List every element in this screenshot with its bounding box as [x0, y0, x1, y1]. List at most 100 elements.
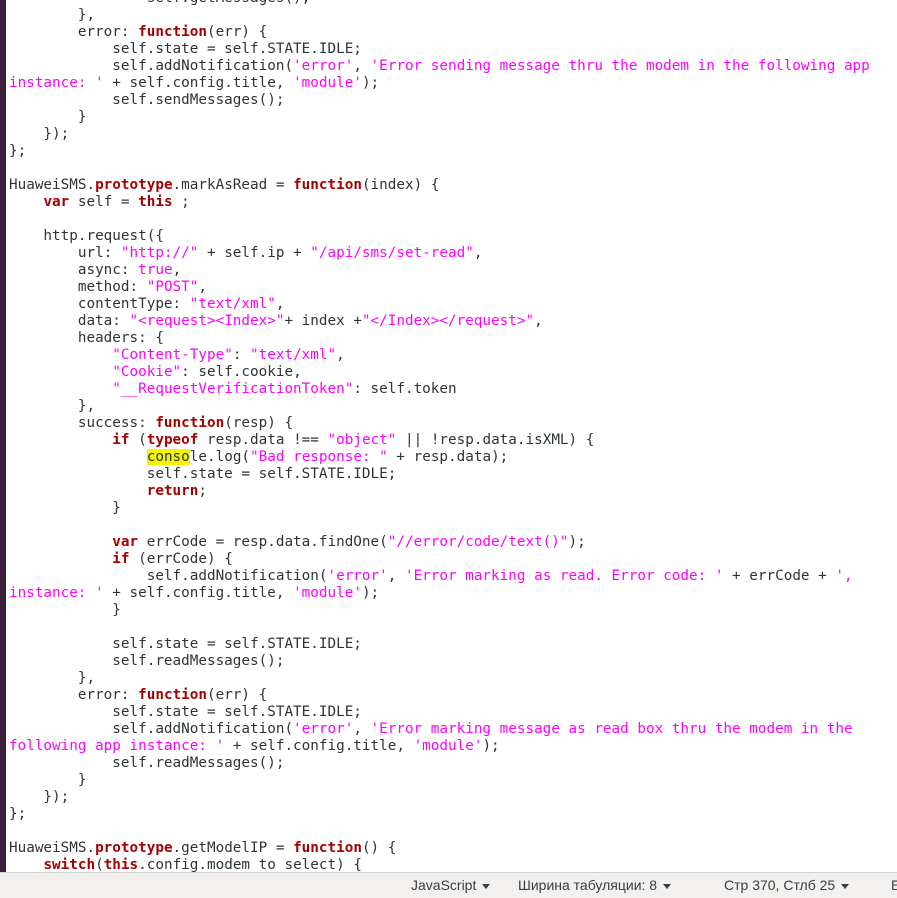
- code-string: 'Error marking message as read box thru …: [370, 721, 853, 737]
- code-line[interactable]: },: [9, 398, 897, 415]
- code-text: ,: [387, 568, 405, 584]
- code-text: url:: [9, 245, 121, 261]
- code-text: ,: [172, 262, 182, 278]
- code-text: : self.token: [353, 381, 457, 397]
- code-text: contentType:: [9, 296, 190, 312]
- code-text: + index +: [284, 313, 362, 329]
- code-line[interactable]: headers: {: [9, 330, 897, 347]
- code-line[interactable]: [9, 211, 897, 228]
- code-line[interactable]: self.getMessages();: [9, 0, 897, 7]
- code-line[interactable]: return;: [9, 483, 897, 500]
- code-text: );: [361, 75, 380, 91]
- code-line[interactable]: self.addNotification('error', 'Error mar…: [9, 721, 897, 738]
- code-line[interactable]: error: function(err) {: [9, 687, 897, 704]
- code-text: }: [9, 500, 121, 516]
- code-string: "</Index></request>": [361, 313, 535, 329]
- code-line[interactable]: [9, 517, 897, 534]
- code-text: (: [129, 432, 147, 448]
- code-text: });: [9, 789, 70, 805]
- insert-mode-indicator[interactable]: E: [891, 877, 897, 893]
- code-line[interactable]: self.state = self.STATE.IDLE;: [9, 466, 897, 483]
- code-line[interactable]: url: "http://" + self.ip + "/api/sms/set…: [9, 245, 897, 262]
- code-line[interactable]: HuaweiSMS.prototype.getModelIP = functio…: [9, 840, 897, 857]
- code-line[interactable]: },: [9, 7, 897, 24]
- code-keyword: typeof: [146, 432, 199, 448]
- code-line[interactable]: self.addNotification('error', 'Error mar…: [9, 568, 897, 585]
- code-text: : self.cookie,: [181, 364, 302, 380]
- code-line[interactable]: self.sendMessages();: [9, 92, 897, 109]
- code-text: data:: [9, 313, 130, 329]
- code-line[interactable]: }: [9, 602, 897, 619]
- code-line[interactable]: method: "POST",: [9, 279, 897, 296]
- code-keyword: function: [293, 177, 362, 193]
- code-text: HuaweiSMS.: [9, 177, 96, 193]
- code-string: 'module': [293, 75, 362, 91]
- code-line[interactable]: if (errCode) {: [9, 551, 897, 568]
- code-line[interactable]: "Content-Type": "text/xml",: [9, 347, 897, 364]
- code-line[interactable]: self.readMessages();: [9, 755, 897, 772]
- code-text: },: [9, 670, 96, 686]
- code-line[interactable]: self.state = self.STATE.IDLE;: [9, 41, 897, 58]
- language-selector[interactable]: JavaScript: [411, 877, 491, 893]
- code-line[interactable]: http.request({: [9, 228, 897, 245]
- code-keyword: if: [112, 551, 130, 567]
- code-text: + self.config.title,: [224, 738, 414, 754]
- code-text: self.addNotification(: [9, 721, 294, 737]
- code-line[interactable]: var errCode = resp.data.findOne("//error…: [9, 534, 897, 551]
- code-string: 'error': [327, 568, 388, 584]
- code-keyword: switch: [43, 857, 96, 872]
- code-line[interactable]: self.addNotification('error', 'Error sen…: [9, 58, 897, 75]
- code-text: le.log(: [189, 449, 251, 465]
- code-line[interactable]: error: function(err) {: [9, 24, 897, 41]
- code-text: }: [9, 109, 87, 125]
- code-line[interactable]: });: [9, 789, 897, 806]
- code-line[interactable]: instance: ' + self.config.title, 'module…: [9, 585, 897, 602]
- code-line[interactable]: "Cookie": self.cookie,: [9, 364, 897, 381]
- code-line[interactable]: data: "<request><Index>"+ index +"</Inde…: [9, 313, 897, 330]
- code-line[interactable]: }: [9, 500, 897, 517]
- code-line[interactable]: },: [9, 670, 897, 687]
- code-line[interactable]: success: function(resp) {: [9, 415, 897, 432]
- code-line[interactable]: HuaweiSMS.prototype.markAsRead = functio…: [9, 177, 897, 194]
- code-line[interactable]: self.state = self.STATE.IDLE;: [9, 704, 897, 721]
- code-line[interactable]: following app instance: ' + self.config.…: [9, 738, 897, 755]
- code-line[interactable]: };: [9, 143, 897, 160]
- code-line[interactable]: "__RequestVerificationToken": self.token: [9, 381, 897, 398]
- code-text: (index) {: [361, 177, 440, 193]
- code-text: );: [361, 585, 380, 601]
- code-line[interactable]: };: [9, 806, 897, 823]
- code-text: }: [9, 772, 87, 788]
- code-line[interactable]: contentType: "text/xml",: [9, 296, 897, 313]
- code-line[interactable]: async: true,: [9, 262, 897, 279]
- code-text: self.state = self.STATE.IDLE;: [9, 41, 362, 57]
- code-line[interactable]: }: [9, 772, 897, 789]
- code-string: "Content-Type": [112, 347, 233, 363]
- code-string: "object": [327, 432, 397, 448]
- code-text: async:: [9, 262, 139, 278]
- code-line[interactable]: console.log("Bad response: " + resp.data…: [9, 449, 897, 466]
- code-line[interactable]: instance: ' + self.config.title, 'module…: [9, 75, 897, 92]
- code-editor[interactable]: self.getMessages(); }, error: function(e…: [9, 0, 897, 872]
- code-line[interactable]: [9, 619, 897, 636]
- code-string: ',: [835, 568, 853, 584]
- code-text: }: [9, 602, 121, 618]
- code-line[interactable]: if (typeof resp.data !== "object" || !re…: [9, 432, 897, 449]
- code-line[interactable]: self.state = self.STATE.IDLE;: [9, 636, 897, 653]
- code-line[interactable]: self.readMessages();: [9, 653, 897, 670]
- tab-width-selector[interactable]: Ширина табуляции: 8: [518, 877, 672, 893]
- search-highlight: conso: [146, 449, 190, 465]
- code-line[interactable]: switch(this.config.modem_to_select) {: [9, 857, 897, 872]
- code-line[interactable]: [9, 160, 897, 177]
- code-text: (: [95, 857, 104, 872]
- code-line[interactable]: });: [9, 126, 897, 143]
- code-line[interactable]: [9, 823, 897, 840]
- code-text: error:: [9, 24, 139, 40]
- code-keyword: function: [138, 24, 207, 40]
- cursor-position[interactable]: Стр 370, Стлб 25: [724, 877, 850, 893]
- code-line[interactable]: }: [9, 109, 897, 126]
- code-line[interactable]: var self = this ;: [9, 194, 897, 211]
- chevron-down-icon: [841, 883, 850, 889]
